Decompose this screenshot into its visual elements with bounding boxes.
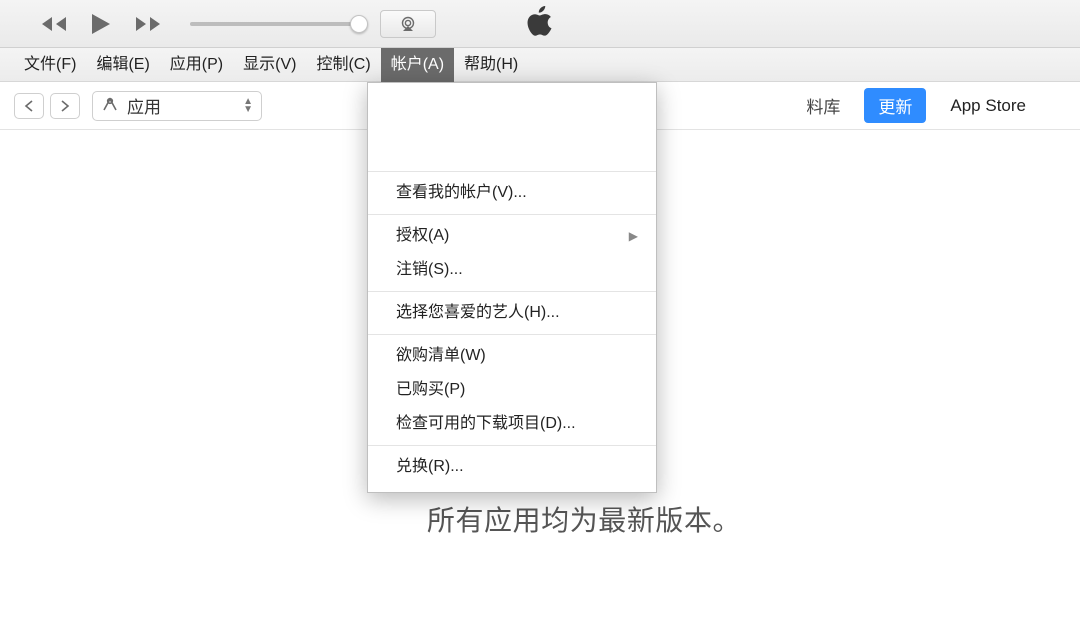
wishlist-item[interactable]: 欲购清单(W)	[368, 339, 656, 373]
menu-item-edit[interactable]: 编辑(E)	[86, 48, 159, 82]
authorize-label: 授权(A)	[396, 227, 449, 244]
apple-logo-icon	[527, 5, 553, 42]
nav-back-button[interactable]	[14, 93, 44, 119]
menu-item-apps[interactable]: 应用(P)	[160, 48, 233, 82]
prev-button[interactable]	[40, 15, 68, 33]
menu-item-account[interactable]: 帐户(A)	[381, 48, 454, 82]
check-downloads-item[interactable]: 检查可用的下载项目(D)...	[368, 407, 656, 441]
account-name-item	[368, 95, 656, 129]
chevron-right-icon: ▶	[629, 225, 638, 247]
purchased-item[interactable]: 已购买(P)	[368, 373, 656, 407]
airplay-button[interactable]	[380, 10, 436, 38]
update-button[interactable]: 更新	[864, 88, 926, 123]
menu-item-file[interactable]: 文件(F)	[14, 48, 86, 82]
authorize-item[interactable]: 授权(A) ▶	[368, 219, 656, 253]
selector-label: 应用	[127, 93, 161, 118]
view-account-item[interactable]: 查看我的帐户(V)...	[368, 176, 656, 210]
appstore-link[interactable]: App Store	[950, 96, 1026, 116]
favorite-artists-item[interactable]: 选择您喜爱的艺人(H)...	[368, 296, 656, 330]
play-button[interactable]	[90, 12, 112, 36]
media-selector[interactable]: 应用 ▲▼	[92, 91, 262, 121]
menu-item-view[interactable]: 显示(V)	[233, 48, 306, 82]
menu-item-help[interactable]: 帮助(H)	[454, 48, 528, 82]
seek-slider[interactable]	[190, 22, 360, 26]
status-text: 所有应用均为最新版本。	[427, 499, 741, 539]
player-bar	[0, 0, 1080, 48]
redeem-item[interactable]: 兑换(R)...	[368, 450, 656, 484]
playback-controls	[40, 12, 162, 36]
account-dropdown: 查看我的帐户(V)... 授权(A) ▶ 注销(S)... 选择您喜爱的艺人(H…	[367, 82, 657, 493]
sign-out-item[interactable]: 注销(S)...	[368, 253, 656, 287]
nav-forward-button[interactable]	[50, 93, 80, 119]
menu-item-controls[interactable]: 控制(C)	[306, 48, 380, 82]
library-label[interactable]: 料库	[806, 93, 840, 118]
apps-icon	[101, 96, 119, 116]
menu-bar: 文件(F) 编辑(E) 应用(P) 显示(V) 控制(C) 帐户(A) 帮助(H…	[0, 48, 1080, 82]
selector-arrows-icon: ▲▼	[243, 98, 253, 114]
account-email-item	[368, 129, 656, 163]
next-button[interactable]	[134, 15, 162, 33]
